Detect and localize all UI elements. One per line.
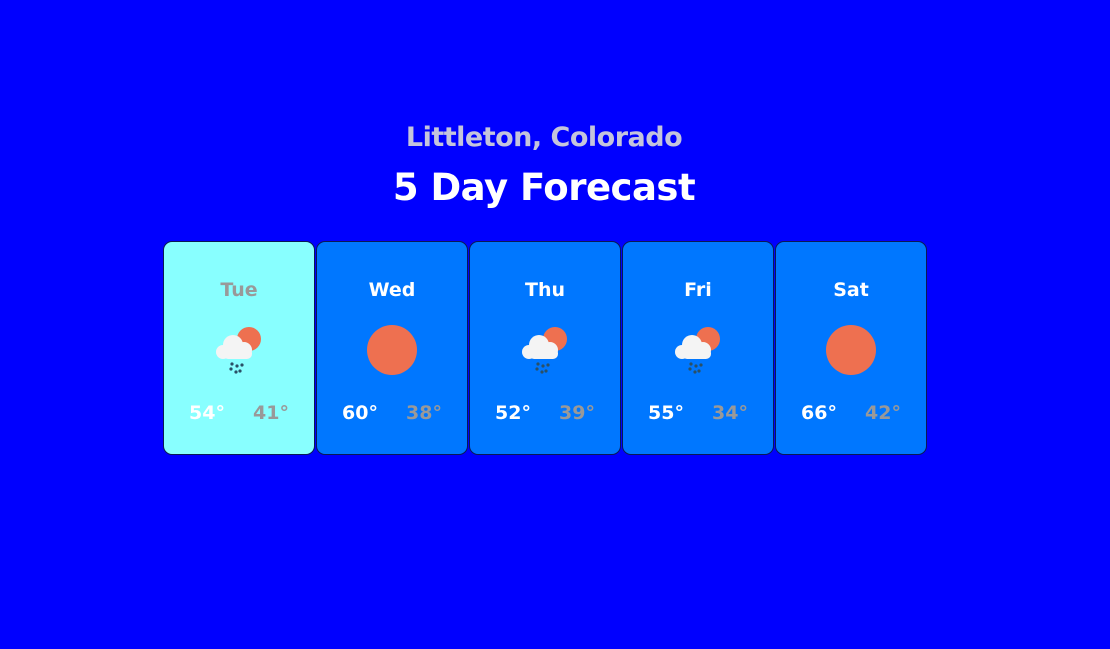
temperatures: 52° 39° [470,402,620,424]
temperatures: 54° 41° [164,402,314,424]
page-title: 5 Day Forecast [392,166,696,209]
forecast-card-sat[interactable]: Sat 66° 42° [775,241,927,455]
high-temp: 52° [495,402,531,424]
low-temp: 42° [865,402,901,424]
high-temp: 66° [801,402,837,424]
forecast-card-tue[interactable]: Tue 54° 41° [163,241,315,455]
high-temp: 54° [189,402,225,424]
rain-cloud-sun-icon [517,322,573,378]
sun-icon [823,322,879,378]
rain-cloud-sun-icon [670,322,726,378]
low-temp: 39° [559,402,595,424]
low-temp: 34° [712,402,748,424]
high-temp: 60° [342,402,378,424]
high-temp: 55° [648,402,684,424]
forecast-card-fri[interactable]: Fri 55° 34° [622,241,774,455]
day-label: Fri [684,279,712,301]
low-temp: 38° [406,402,442,424]
temperatures: 66° 42° [776,402,926,424]
temperatures: 60° 38° [317,402,467,424]
location-heading: Littleton, Colorado [405,122,683,153]
temperatures: 55° 34° [623,402,773,424]
forecast-card-wed[interactable]: Wed 60° 38° [316,241,468,455]
day-label: Thu [524,279,565,301]
rain-cloud-sun-icon [211,322,267,378]
day-label: Sat [833,279,869,301]
forecast-card-thu[interactable]: Thu 52° 39° [469,241,621,455]
low-temp: 41° [253,402,289,424]
forecast-cards: Tue 54° 41° Wed 60° 38° Thu 52° 39° Fri [163,241,927,455]
day-label: Tue [220,279,258,301]
sun-icon [364,322,420,378]
day-label: Wed [368,279,416,301]
